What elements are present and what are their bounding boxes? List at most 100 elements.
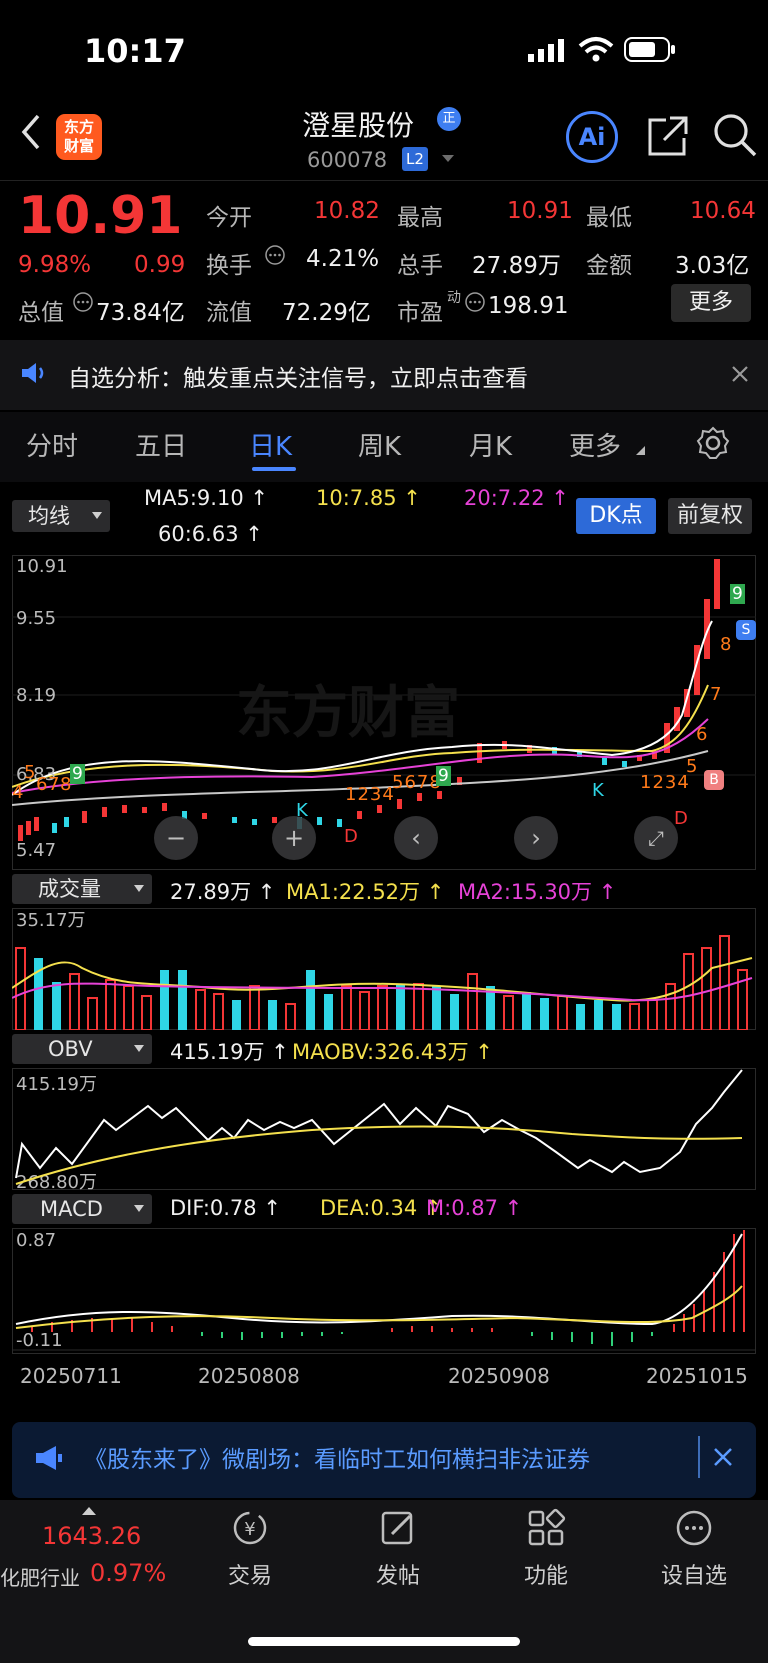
signal-marker: 1 bbox=[640, 772, 653, 793]
megaphone-icon bbox=[36, 1446, 62, 1470]
d-marker: D bbox=[344, 826, 358, 847]
tab-intraday[interactable]: 分时 bbox=[26, 426, 78, 463]
obv-lines bbox=[15, 1069, 743, 1185]
high-value: 10.91 bbox=[507, 198, 573, 224]
dropdown-arrow-icon[interactable] bbox=[134, 1205, 144, 1213]
promo-text[interactable]: 《股东来了》微剧场：看临时工如何横扫非法证券 bbox=[84, 1440, 590, 1474]
close-icon[interactable] bbox=[730, 364, 750, 384]
fullscreen-button[interactable]: ⤢ bbox=[634, 816, 678, 860]
industry-change[interactable]: 0.97% bbox=[90, 1559, 166, 1587]
dk-button[interactable]: DK点 bbox=[576, 498, 656, 534]
volume-value: 27.89万 bbox=[472, 253, 561, 279]
back-icon[interactable] bbox=[18, 112, 44, 152]
header-divider bbox=[0, 180, 768, 181]
mktcap-value: 73.84亿 bbox=[96, 300, 185, 326]
scroll-right-button[interactable]: › bbox=[514, 816, 558, 860]
date-label: 20250711 bbox=[20, 1364, 122, 1388]
more-button[interactable]: 更多 bbox=[671, 284, 751, 322]
macd-m-value: M:0.87 bbox=[426, 1196, 498, 1220]
date-label: 20250808 bbox=[198, 1364, 300, 1388]
index-value[interactable]: 1643.26 bbox=[42, 1522, 141, 1550]
signal-marker: 7 bbox=[710, 684, 722, 705]
macd-selector[interactable]: MACD bbox=[12, 1194, 152, 1224]
search-icon[interactable] bbox=[712, 112, 758, 158]
notice-text[interactable]: 自选分析：触发重点关注信号，立即点击查看 bbox=[68, 359, 528, 393]
ma60-value: 60:6.63 bbox=[158, 522, 239, 546]
dropdown-arrow-icon[interactable] bbox=[134, 885, 144, 893]
zheng-badge: 正 bbox=[437, 107, 461, 131]
volume-current: 27.89万 bbox=[170, 880, 252, 904]
signal-marker: 7 bbox=[48, 774, 60, 795]
nav-watchlist-label: 设自选 bbox=[660, 1564, 727, 1589]
close-icon[interactable] bbox=[712, 1446, 734, 1468]
promo-divider bbox=[698, 1436, 700, 1478]
nav-post-label: 发帖 bbox=[375, 1564, 420, 1589]
home-indicator[interactable] bbox=[248, 1637, 520, 1646]
signal-marker: 2 bbox=[357, 784, 370, 805]
logo-line2: 财富 bbox=[63, 137, 94, 155]
nav-functions[interactable]: 功能 bbox=[486, 1508, 606, 1590]
dropdown-arrow-icon[interactable] bbox=[92, 512, 102, 520]
buy-marker: B bbox=[704, 770, 724, 790]
signal-sequence: 1234 bbox=[640, 772, 690, 793]
watermark: 东方财富 bbox=[236, 681, 460, 746]
zoom-in-button[interactable]: + bbox=[272, 816, 316, 860]
obv-selector[interactable]: OBV bbox=[12, 1034, 152, 1064]
info-icon[interactable] bbox=[264, 244, 286, 266]
level2-badge[interactable]: L2 bbox=[402, 147, 428, 171]
kline-y-label: 5.47 bbox=[16, 840, 57, 861]
volume-selector-label: 成交量 bbox=[38, 877, 101, 901]
macd-histogram bbox=[12, 1230, 756, 1351]
kline-y-label: 9.55 bbox=[16, 608, 57, 629]
tab-weekly-k[interactable]: 周K bbox=[358, 426, 401, 463]
obv-line bbox=[15, 1069, 743, 1179]
date-label: 20251015 bbox=[646, 1364, 748, 1388]
change-pct: 9.98% bbox=[18, 252, 92, 278]
tab-five-day[interactable]: 五日 bbox=[135, 426, 187, 463]
dropdown-arrow-icon[interactable] bbox=[134, 1045, 144, 1053]
industry-name[interactable]: 化肥行业 bbox=[0, 1562, 80, 1591]
open-value: 10.82 bbox=[314, 198, 380, 224]
tab-more[interactable]: 更多 bbox=[569, 426, 621, 463]
status-time: 10:17 bbox=[84, 32, 186, 70]
tab-daily-k[interactable]: 日K bbox=[249, 426, 292, 463]
signal-marker: 5 bbox=[686, 756, 698, 777]
nav-trade[interactable]: ¥ 交易 bbox=[190, 1508, 310, 1590]
sell-marker: S bbox=[736, 620, 756, 640]
info-icon[interactable] bbox=[72, 291, 94, 313]
ma10-readout: 10:7.85 ↑ bbox=[316, 486, 421, 510]
battery-icon bbox=[624, 37, 675, 62]
gear-icon[interactable] bbox=[696, 426, 730, 460]
signal-marker: 5 bbox=[392, 772, 405, 793]
turnover-label: 换手 bbox=[206, 253, 252, 279]
macd-selector-label: MACD bbox=[40, 1197, 103, 1221]
volume-ma1: MA1:22.52万 ↑ bbox=[286, 880, 445, 904]
info-icon[interactable] bbox=[464, 291, 486, 313]
tab-monthly-k[interactable]: 月K bbox=[469, 426, 512, 463]
grid-icon bbox=[528, 1508, 566, 1546]
corner-arrow-icon bbox=[636, 446, 645, 455]
volume-bars bbox=[12, 935, 753, 1030]
share-icon[interactable] bbox=[646, 114, 690, 158]
nav-watchlist[interactable]: 设自选 bbox=[634, 1508, 754, 1590]
macd-dea-value: DEA:0.34 bbox=[320, 1196, 418, 1220]
indicator-selector-label: 均线 bbox=[28, 504, 70, 528]
nav-post[interactable]: 发帖 bbox=[338, 1508, 458, 1590]
signal-marker: 7 bbox=[416, 772, 430, 793]
volume-selector[interactable]: 成交量 bbox=[12, 874, 152, 904]
signal-marker-nine: 9 bbox=[70, 764, 85, 784]
stock-code: 600078 bbox=[307, 148, 388, 172]
kline-y-label: 10.91 bbox=[16, 556, 68, 577]
scroll-left-button[interactable]: ‹ bbox=[394, 816, 438, 860]
volume-ma1-value: MA1:22.52万 bbox=[286, 880, 421, 904]
wifi-icon bbox=[578, 37, 614, 62]
dropdown-arrow-icon[interactable] bbox=[441, 154, 455, 164]
amount-value: 3.03亿 bbox=[675, 253, 750, 279]
ai-button[interactable]: Ai bbox=[566, 111, 618, 163]
amount-label: 金额 bbox=[586, 253, 632, 279]
macd-m: M:0.87 ↑ bbox=[426, 1196, 523, 1220]
signal-marker: 6 bbox=[404, 772, 417, 793]
adjust-button[interactable]: 前复权 bbox=[668, 498, 752, 534]
zoom-out-button[interactable]: − bbox=[154, 816, 198, 860]
volume-ma2-value: MA2:15.30万 bbox=[458, 880, 593, 904]
